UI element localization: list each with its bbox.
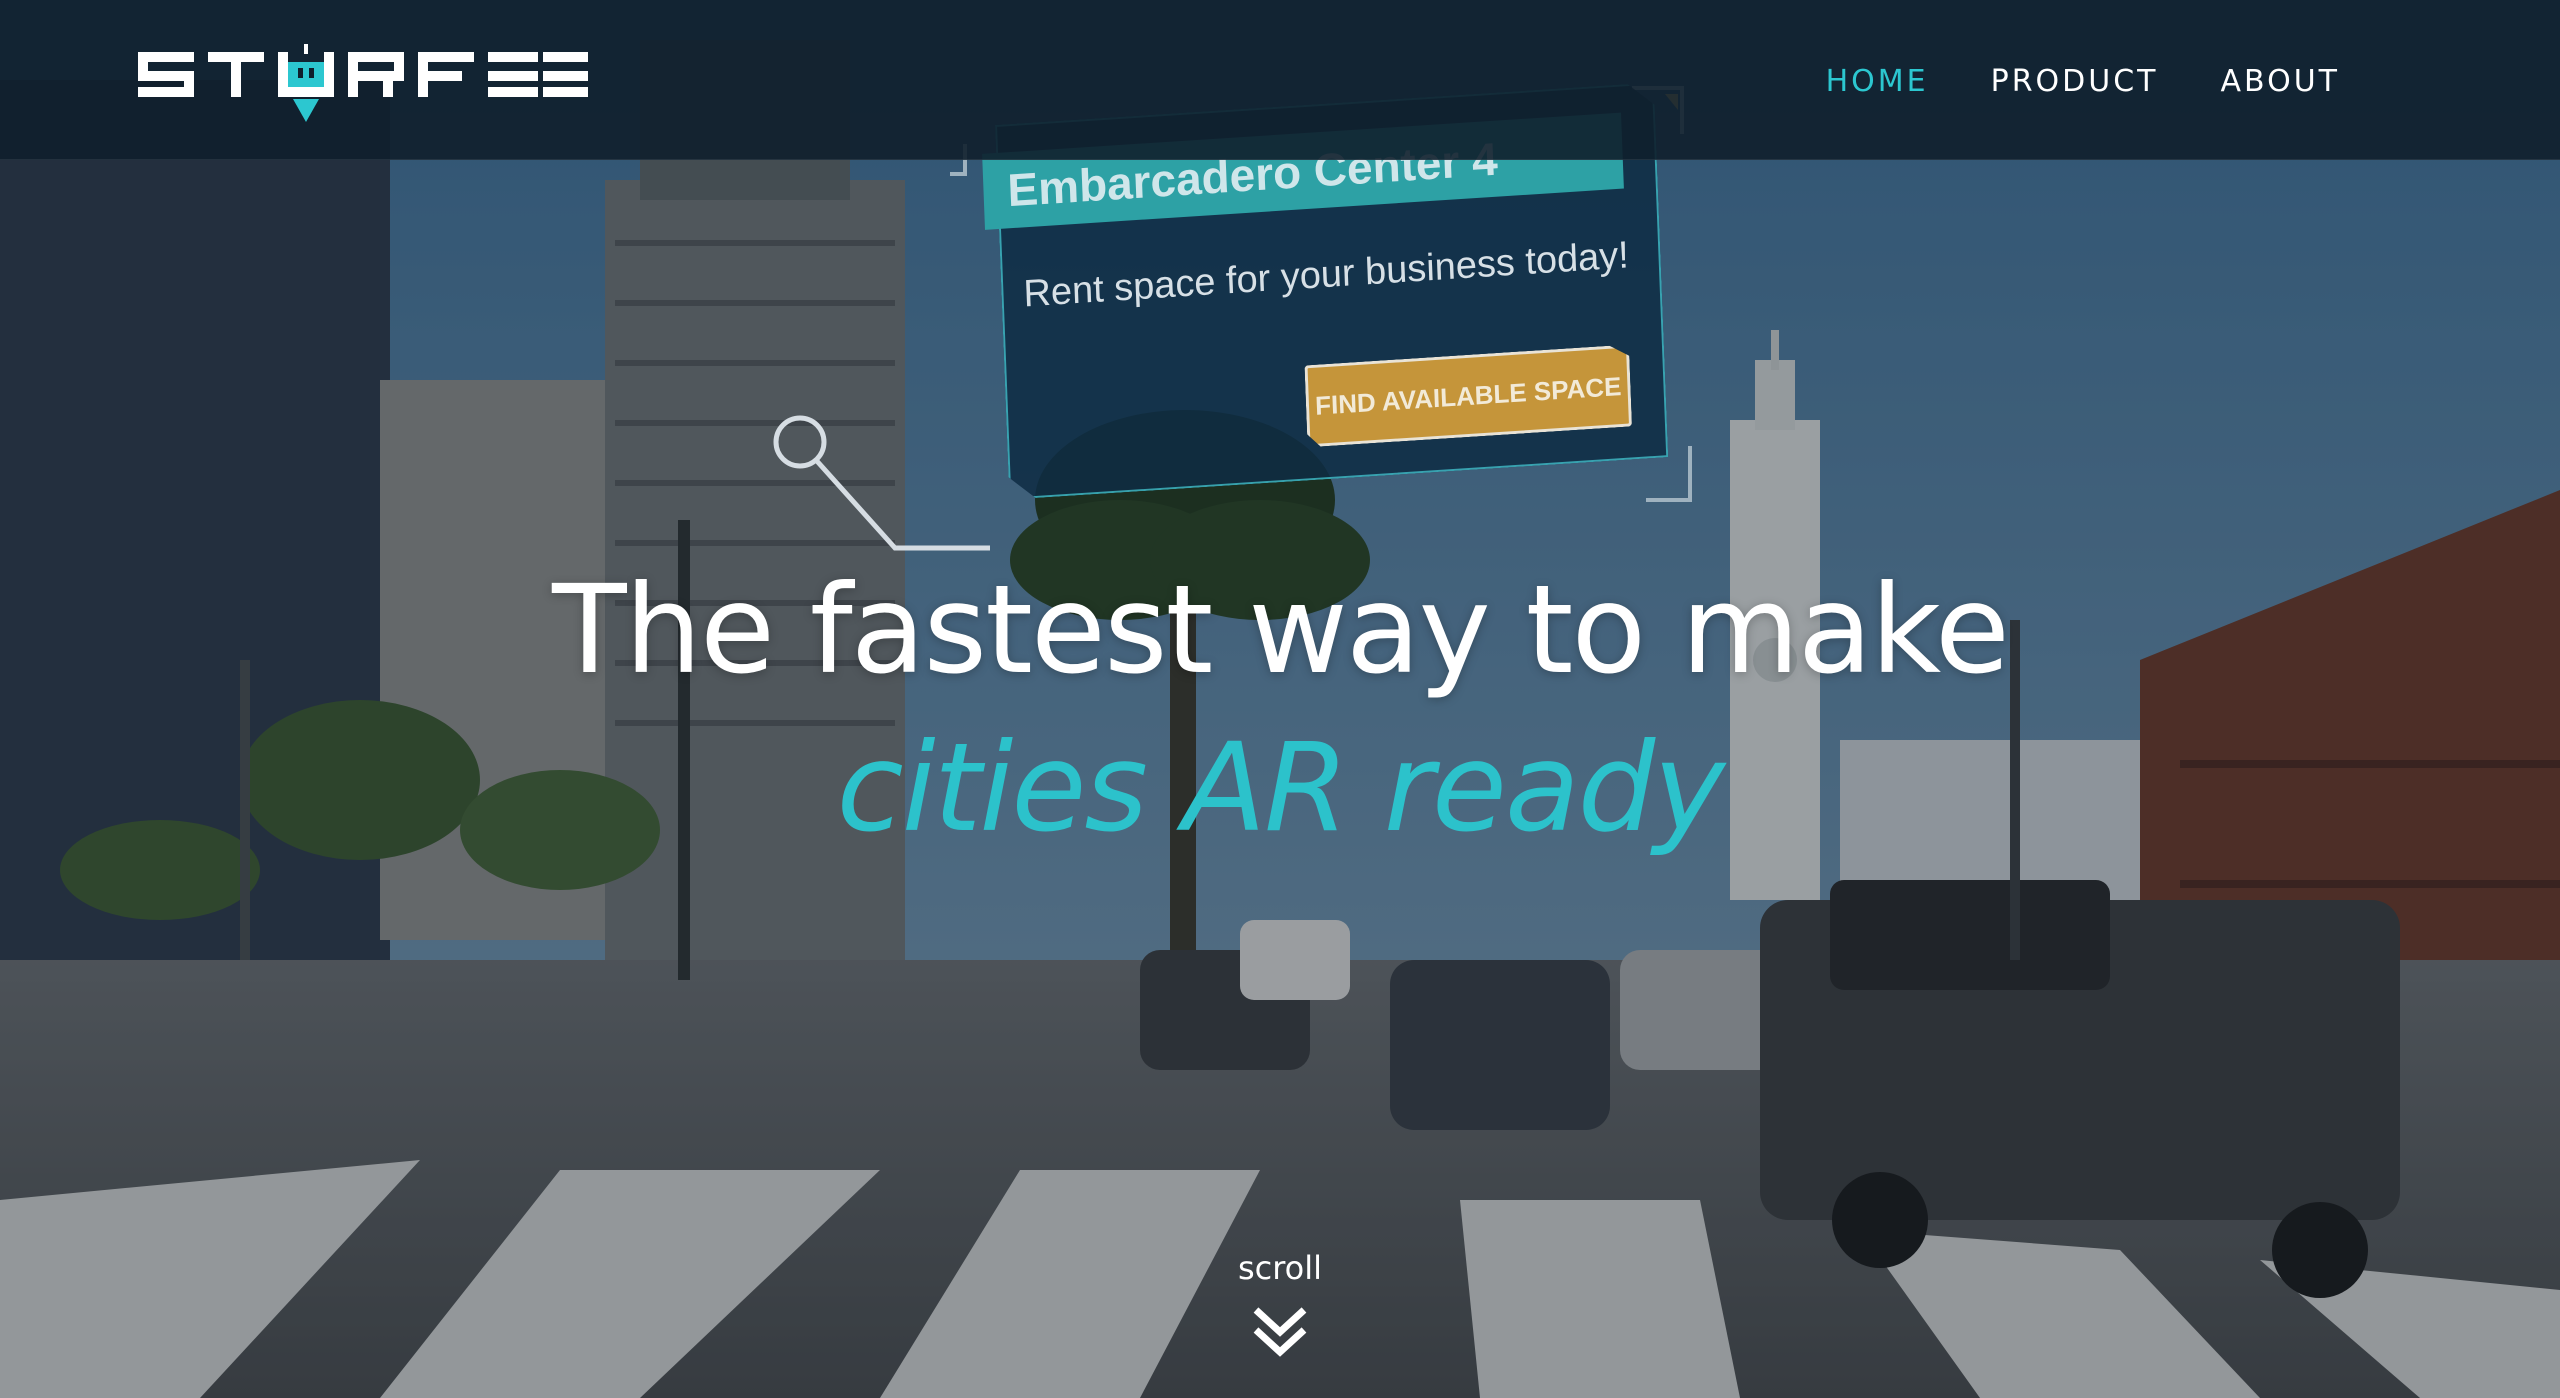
nav-link-about[interactable]: ABOUT xyxy=(2221,60,2340,104)
hero-section: Embarcadero Center 4 Rent space for your… xyxy=(0,0,2560,1398)
scroll-label: scroll xyxy=(1237,1249,1323,1287)
nav-link-home[interactable]: HOME xyxy=(1826,60,1929,104)
scroll-hint[interactable]: scroll xyxy=(1180,1248,1380,1362)
main-nav: HOME PRODUCT ABOUT xyxy=(1826,60,2340,104)
top-navbar: HOME PRODUCT ABOUT xyxy=(0,0,2560,160)
sturfee-logo[interactable] xyxy=(138,44,588,134)
hero-subheadline: cities AR ready xyxy=(836,717,1726,859)
sturfee-logo-icon xyxy=(138,44,588,122)
hero-headline: The fastest way to make xyxy=(552,559,2010,701)
nav-link-product[interactable]: PRODUCT xyxy=(1991,60,2159,104)
double-chevron-down-icon xyxy=(1253,1307,1307,1357)
